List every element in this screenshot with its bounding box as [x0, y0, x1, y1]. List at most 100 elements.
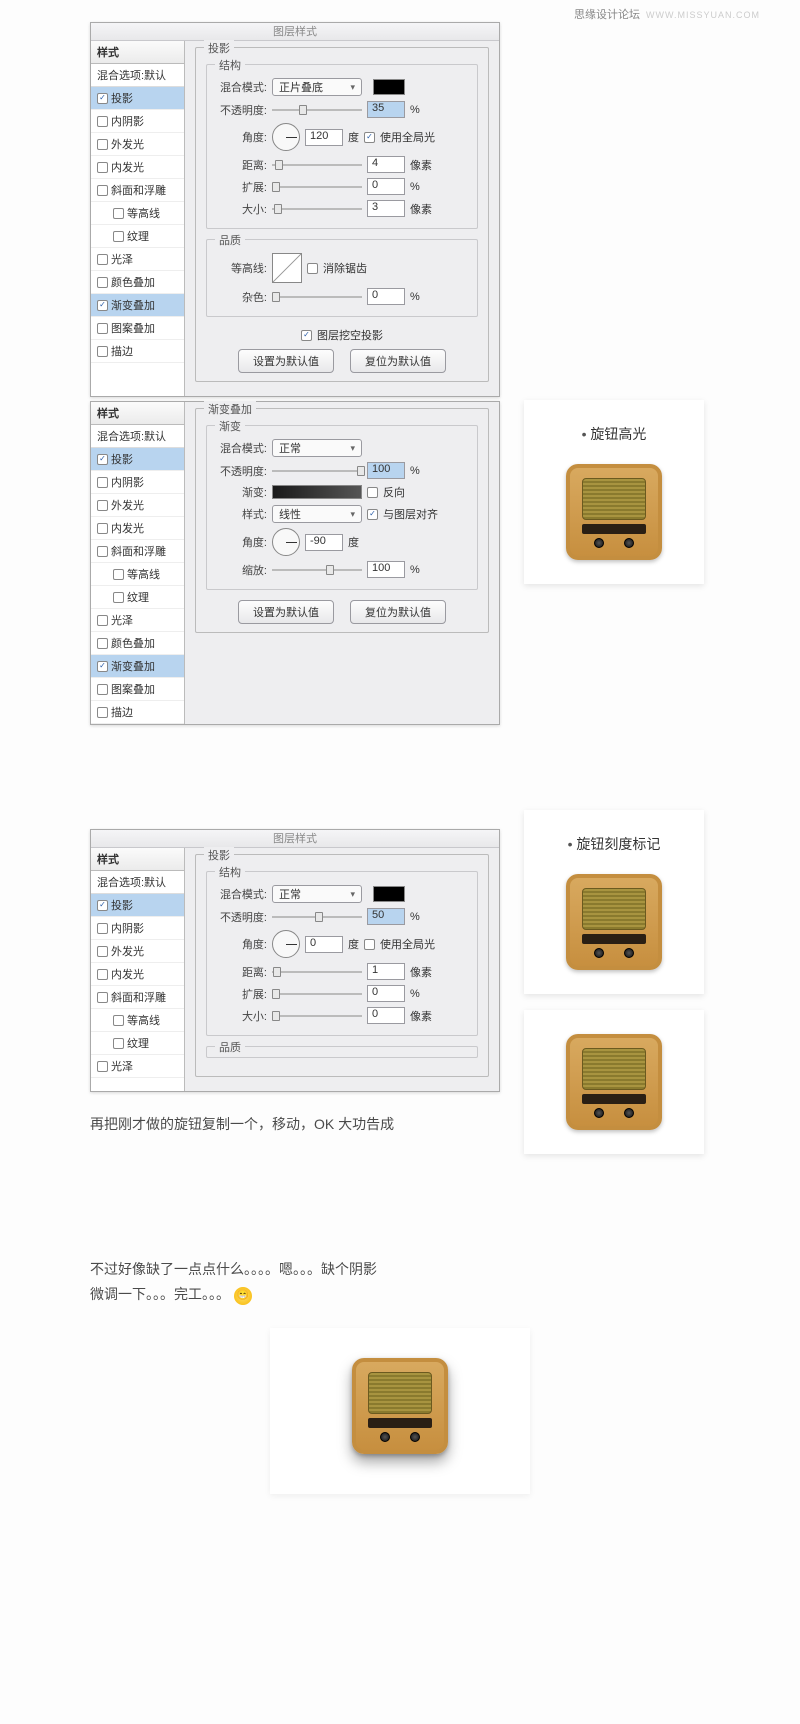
style-item[interactable]: 渐变叠加 [91, 294, 184, 317]
style-item[interactable]: 纹理 [91, 225, 184, 248]
style-item[interactable]: 描边 [91, 340, 184, 363]
checkbox[interactable] [97, 116, 108, 127]
angle-dial[interactable] [272, 930, 300, 958]
distance-input[interactable]: 1 [367, 963, 405, 980]
angle-dial[interactable] [272, 123, 300, 151]
blend-options[interactable]: 混合选项:默认 [91, 871, 184, 894]
distance-slider[interactable] [272, 158, 362, 172]
spread-input[interactable]: 0 [367, 178, 405, 195]
checkbox[interactable] [113, 1038, 124, 1049]
style-item[interactable]: 内发光 [91, 156, 184, 179]
knockout-checkbox[interactable] [301, 330, 312, 341]
style-item[interactable]: 颜色叠加 [91, 271, 184, 294]
checkbox[interactable] [97, 661, 108, 672]
set-default-button[interactable]: 设置为默认值 [238, 600, 334, 624]
distance-slider[interactable] [272, 965, 362, 979]
checkbox[interactable] [97, 454, 108, 465]
noise-slider[interactable] [272, 290, 362, 304]
style-item[interactable]: 内阴影 [91, 917, 184, 940]
angle-dial[interactable] [272, 528, 300, 556]
scale-slider[interactable] [272, 563, 362, 577]
checkbox[interactable] [97, 93, 108, 104]
style-item[interactable]: 投影 [91, 894, 184, 917]
style-item[interactable]: 纹理 [91, 586, 184, 609]
size-slider[interactable] [272, 1009, 362, 1023]
checkbox[interactable] [97, 477, 108, 488]
style-item[interactable]: 光泽 [91, 1055, 184, 1078]
style-item[interactable]: 内发光 [91, 963, 184, 986]
checkbox[interactable] [97, 185, 108, 196]
style-item[interactable]: 内发光 [91, 517, 184, 540]
style-item[interactable]: 光泽 [91, 609, 184, 632]
blend-options[interactable]: 混合选项:默认 [91, 425, 184, 448]
checkbox[interactable] [97, 300, 108, 311]
reverse-checkbox[interactable] [367, 487, 378, 498]
checkbox[interactable] [97, 500, 108, 511]
checkbox[interactable] [97, 162, 108, 173]
style-item[interactable]: 外发光 [91, 940, 184, 963]
style-item[interactable]: 渐变叠加 [91, 655, 184, 678]
checkbox[interactable] [97, 684, 108, 695]
style-item[interactable]: 图案叠加 [91, 678, 184, 701]
checkbox[interactable] [97, 992, 108, 1003]
angle-input[interactable]: 0 [305, 936, 343, 953]
style-item[interactable]: 纹理 [91, 1032, 184, 1055]
style-item[interactable]: 内阴影 [91, 110, 184, 133]
style-item[interactable]: 等高线 [91, 202, 184, 225]
style-item[interactable]: 投影 [91, 448, 184, 471]
checkbox[interactable] [97, 615, 108, 626]
antialias-checkbox[interactable] [307, 263, 318, 274]
checkbox[interactable] [97, 346, 108, 357]
checkbox[interactable] [97, 969, 108, 980]
style-item[interactable]: 内阴影 [91, 471, 184, 494]
align-checkbox[interactable] [367, 509, 378, 520]
style-item[interactable]: 颜色叠加 [91, 632, 184, 655]
opacity-input[interactable]: 100 [367, 462, 405, 479]
set-default-button[interactable]: 设置为默认值 [238, 349, 334, 373]
reset-default-button[interactable]: 复位为默认值 [350, 349, 446, 373]
scale-input[interactable]: 100 [367, 561, 405, 578]
checkbox[interactable] [113, 569, 124, 580]
opacity-slider[interactable] [272, 910, 362, 924]
size-slider[interactable] [272, 202, 362, 216]
blend-mode-select[interactable]: 正片叠底 [272, 78, 362, 96]
checkbox[interactable] [97, 139, 108, 150]
checkbox[interactable] [113, 592, 124, 603]
contour-picker[interactable] [272, 253, 302, 283]
color-swatch[interactable] [373, 886, 405, 902]
checkbox[interactable] [113, 1015, 124, 1026]
noise-input[interactable]: 0 [367, 288, 405, 305]
spread-slider[interactable] [272, 987, 362, 1001]
distance-input[interactable]: 4 [367, 156, 405, 173]
checkbox[interactable] [97, 254, 108, 265]
global-light-checkbox[interactable] [364, 939, 375, 950]
color-swatch[interactable] [373, 79, 405, 95]
spread-input[interactable]: 0 [367, 985, 405, 1002]
opacity-input[interactable]: 35 [367, 101, 405, 118]
style-item[interactable]: 等高线 [91, 1009, 184, 1032]
size-input[interactable]: 3 [367, 200, 405, 217]
style-item[interactable]: 描边 [91, 701, 184, 724]
style-item[interactable]: 外发光 [91, 494, 184, 517]
opacity-slider[interactable] [272, 464, 362, 478]
checkbox[interactable] [97, 323, 108, 334]
blend-options[interactable]: 混合选项:默认 [91, 64, 184, 87]
angle-input[interactable]: 120 [305, 129, 343, 146]
size-input[interactable]: 0 [367, 1007, 405, 1024]
style-item[interactable]: 斜面和浮雕 [91, 179, 184, 202]
checkbox[interactable] [97, 1061, 108, 1072]
global-light-checkbox[interactable] [364, 132, 375, 143]
style-item[interactable]: 等高线 [91, 563, 184, 586]
style-item[interactable]: 斜面和浮雕 [91, 540, 184, 563]
checkbox[interactable] [113, 208, 124, 219]
blend-mode-select[interactable]: 正常 [272, 439, 362, 457]
style-item[interactable]: 光泽 [91, 248, 184, 271]
checkbox[interactable] [97, 277, 108, 288]
style-select[interactable]: 线性 [272, 505, 362, 523]
checkbox[interactable] [97, 923, 108, 934]
opacity-input[interactable]: 50 [367, 908, 405, 925]
checkbox[interactable] [97, 523, 108, 534]
blend-mode-select[interactable]: 正常 [272, 885, 362, 903]
gradient-picker[interactable] [272, 485, 362, 499]
checkbox[interactable] [97, 638, 108, 649]
